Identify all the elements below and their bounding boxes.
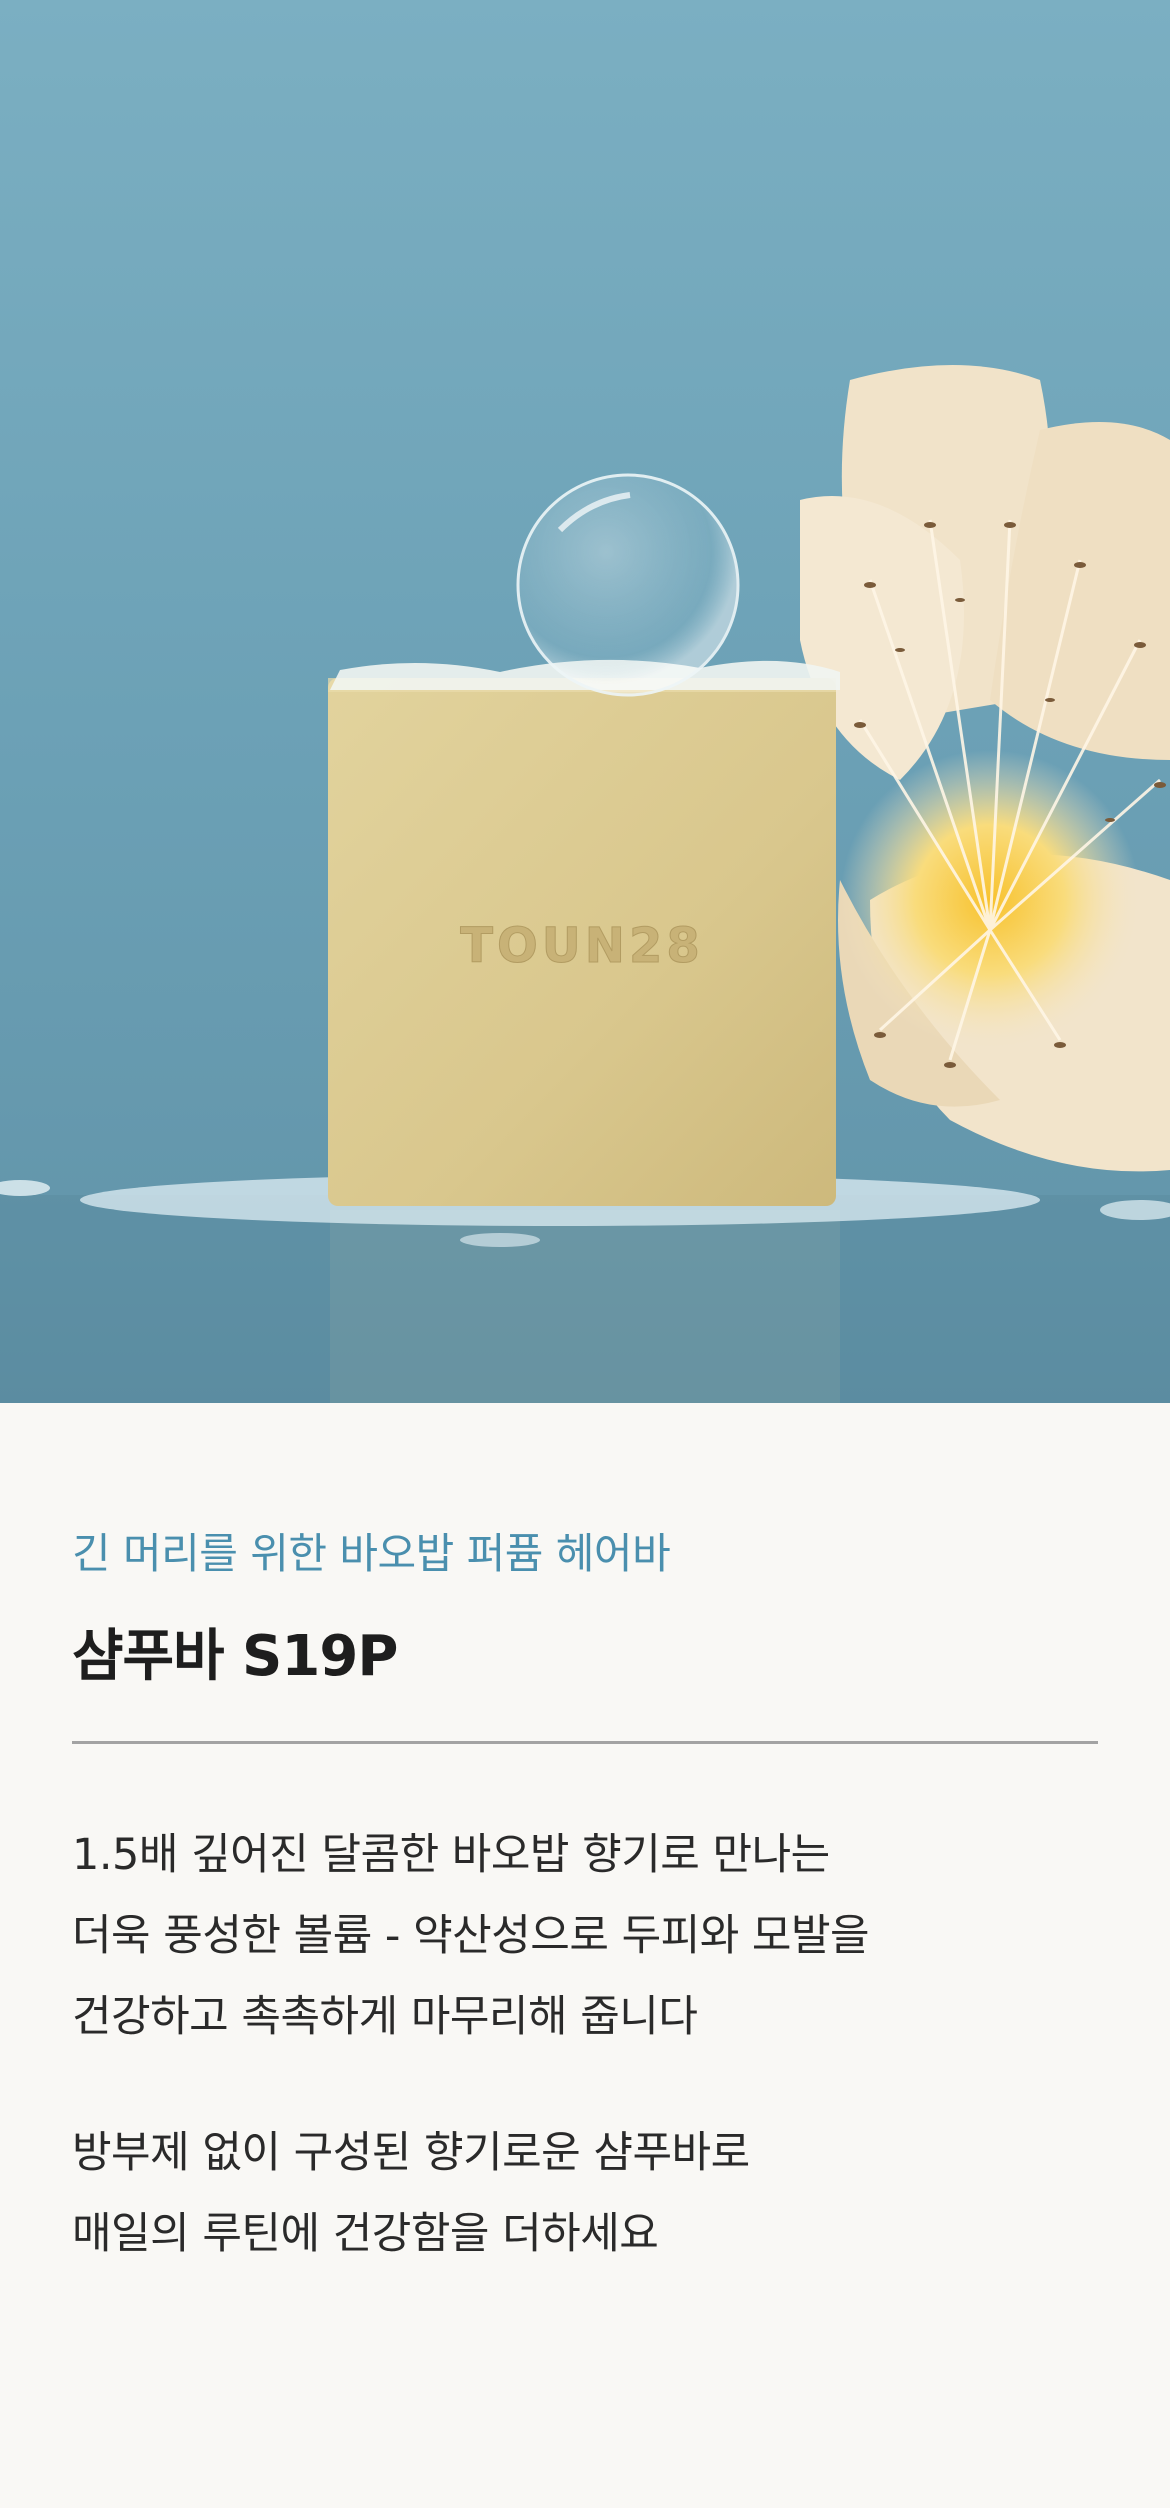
description-line: 1.5배 깊어진 달콤한 바오밥 향기로 만나는 [72, 1830, 830, 1880]
product-detail-page: TOUN28 긴 머리를 위한 바오밥 퍼퓸 헤어바 샴푸바 S19P 1.5배… [0, 0, 1170, 2508]
product-hero-image: TOUN28 [0, 0, 1170, 1403]
hero-illustration: TOUN28 [0, 0, 1170, 1403]
soap-bubble [516, 473, 740, 697]
description-paragraph-2: 방부제 없이 구성된 향기로운 샴푸바로 매일의 루틴에 건강함을 더하세요 [72, 2113, 750, 2275]
description-line: 방부제 없이 구성된 향기로운 샴푸바로 [72, 2128, 750, 2178]
description-paragraph-1: 1.5배 깊어진 달콤한 바오밥 향기로 만나는 더욱 풍성한 볼륨 - 약산성… [72, 1815, 870, 2058]
description-line: 건강하고 촉촉하게 마무리해 줍니다 [72, 1992, 698, 2042]
bar-embossed-logo: TOUN28 [460, 918, 704, 974]
product-subtitle: 긴 머리를 위한 바오밥 퍼퓸 헤어바 [72, 1529, 671, 1578]
divider [72, 1741, 1098, 1744]
description-line: 더욱 풍성한 볼륨 - 약산성으로 두피와 모발을 [72, 1911, 870, 1961]
product-title: 샴푸바 S19P [72, 1624, 398, 1689]
description-line: 매일의 루틴에 건강함을 더하세요 [72, 2209, 659, 2259]
shampoo-bar: TOUN28 [328, 659, 840, 1206]
